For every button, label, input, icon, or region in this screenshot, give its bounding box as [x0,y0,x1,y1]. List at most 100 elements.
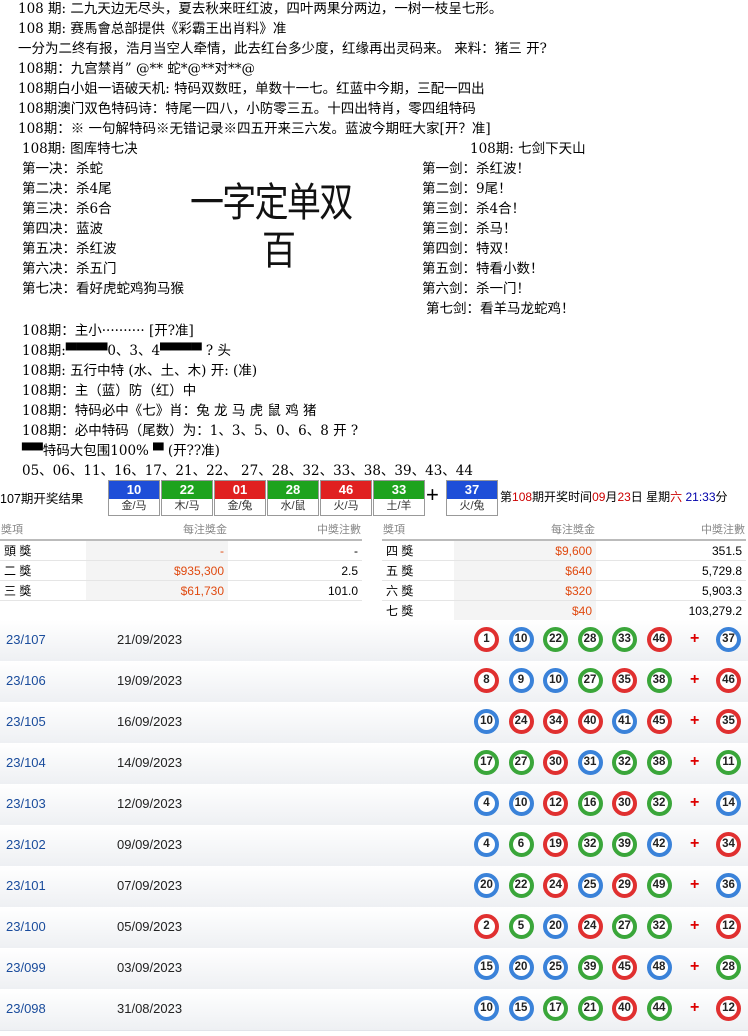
plus-sign: + [690,712,700,729]
draw-date: 05/09/2023 [117,919,183,934]
number-ball: 1 [474,627,499,652]
header-prize: 獎項 [0,518,86,541]
prize-amount: $640 [454,560,596,581]
history-row[interactable]: 23/103 12/09/2023 4 10 12 16 30 32 +14 [0,784,748,826]
text-line: 108期：特码必中《七》肖：兔 龙 马 虎 鼠 鸡 猪 [22,403,317,419]
number-ball: 2 [474,914,499,939]
draw-number-link[interactable]: 23/098 [6,1001,46,1016]
number-ball: 24 [508,709,534,734]
list-item: 第六决：杀五门 [22,261,117,277]
draw-number-link[interactable]: 23/105 [6,714,46,729]
number-ball: 32 [612,750,637,775]
prize-winners: 103,279.2 [596,600,746,621]
number-ball: 38 [646,668,672,693]
text-line: 108期：※ 一句解特码※无错记录※四五开来三六发。蓝波今期旺大家[开？准] [18,121,491,137]
ball-number: 46 [321,481,371,499]
plus-sign: + [690,999,700,1016]
plus-sign: + [690,794,700,811]
list-item: 第三剑：杀马！ [422,221,517,237]
plus-sign: + [690,958,700,975]
text-line: 108期：必中特码（尾数）为：1、3、5、0、6、8 开 ? [22,423,359,439]
text-line: 108 期: 二九天边无尽头，夏去秋来旺红波，四叶两果分两边，一树一枝呈七形。 [18,1,503,17]
draw-number-link[interactable]: 23/099 [6,960,46,975]
number-ball: 10 [508,791,534,816]
draw-date: 09/09/2023 [117,837,183,852]
prize-amount: $40 [454,600,596,621]
number-ball: 10 [474,996,499,1021]
plus-sign: + [690,753,700,770]
result-ball: 01 金/兔 [214,480,266,516]
ball-number: 22 [162,481,212,499]
text-line: 108期白小姐一语破天机: 特码双数旺，单数十一七。红蓝中今期，三配一四出 [18,81,485,97]
history-row[interactable]: 23/105 16/09/2023 10 24 34 40 41 45 +35 [0,702,748,744]
history-row[interactable]: 23/107 21/09/2023 1 10 22 28 33 46 +37 [0,620,748,662]
text-line: 108期澳门双色特码诗：特尾一四八，小防零三五。十四出特肖，零四组特码 [18,101,476,117]
number-ball: 32 [577,832,603,857]
draw-result-bar: 107期开奖结果 10 金/马 22 木/马 01 金/兔 28 水/鼠 46 … [0,478,748,516]
header-amount: 每注獎金 [454,518,596,541]
history-row[interactable]: 23/100 05/09/2023 2 5 20 24 27 32 +12 [0,907,748,949]
list-item: 第四剑：特双！ [422,241,517,257]
history-row[interactable]: 23/106 19/09/2023 8 9 10 27 35 38 +46 [0,661,748,703]
next-day: 23 [617,490,631,504]
number-ball: 45 [612,955,637,980]
prize-amount: $61,730 [86,580,228,601]
number-ball: 20 [474,873,499,898]
ball-zodiac: 金/兔 [227,500,253,512]
list-item: 第五决：杀红波 [22,241,117,257]
draw-number-link[interactable]: 23/106 [6,673,46,688]
number-ball: 39 [612,832,637,857]
list-item: 第二决：杀4尾 [22,181,112,197]
number-ball: 21 [577,996,603,1021]
number-ball: 39 [577,955,603,980]
special-number-ball: 35 [716,709,741,734]
next-draw-info: 第108期开奖时间09月23日 星期六 21:33分 [500,488,728,505]
draw-number-link[interactable]: 23/103 [6,796,46,811]
prize-winners: 101.0 [228,580,362,601]
history-row[interactable]: 23/101 07/09/2023 20 22 24 25 29 49 +36 [0,866,748,908]
draw-number-link[interactable]: 23/107 [6,632,46,647]
draw-number-link[interactable]: 23/100 [6,919,46,934]
number-ball: 4 [474,791,499,816]
prize-winners: 2.5 [228,560,362,581]
draw-number-link[interactable]: 23/101 [6,878,46,893]
draw-date: 07/09/2023 [117,878,183,893]
number-ball: 22 [508,873,534,898]
special-number-ball: 11 [716,750,741,775]
number-ball: 10 [508,627,534,652]
draw-date: 14/09/2023 [117,755,183,770]
number-ball: 27 [577,668,603,693]
draw-date: 12/09/2023 [117,796,183,811]
history-row[interactable]: 23/099 03/09/2023 15 20 25 39 45 48 +28 [0,948,748,990]
history-row[interactable]: 23/102 09/09/2023 4 6 19 32 39 42 +34 [0,825,748,867]
number-ball: 34 [543,709,568,734]
number-ball: 25 [543,955,568,980]
list-item: 第四决：蓝波 [22,221,103,237]
number-ball: 29 [612,873,637,898]
history-row[interactable]: 23/104 14/09/2023 17 27 30 31 32 38 +11 [0,743,748,785]
number-ball: 30 [612,791,637,816]
draw-number-link[interactable]: 23/104 [6,755,46,770]
prize-name: 四 獎 [382,540,454,561]
history-row[interactable]: 23/098 31/08/2023 10 15 17 21 40 44 +12 [0,989,748,1031]
ball-zodiac: 火/兔 [459,500,485,512]
special-number-ball: 37 [716,627,741,652]
number-ball: 28 [577,627,603,652]
number-ball: 48 [646,955,672,980]
ball-zodiac: 木/马 [174,500,200,512]
draw-number-link[interactable]: 23/102 [6,837,46,852]
number-ball: 5 [508,914,534,939]
next-time: 21:33 [685,490,716,504]
ball-zodiac: 水/鼠 [280,500,306,512]
special-number-ball: 14 [716,791,741,816]
list-item: 第二剑：9尾！ [422,181,512,197]
next-weekday: 六 [670,490,683,504]
number-ball: 25 [577,873,603,898]
ball-number: 28 [268,481,318,499]
number-ball: 49 [646,873,672,898]
number-ball: 17 [474,750,499,775]
result-ball: 33 土/羊 [373,480,425,516]
ball-number: 37 [447,481,497,499]
prize-amount: $935,300 [86,560,228,581]
result-ball: 28 水/鼠 [267,480,319,516]
